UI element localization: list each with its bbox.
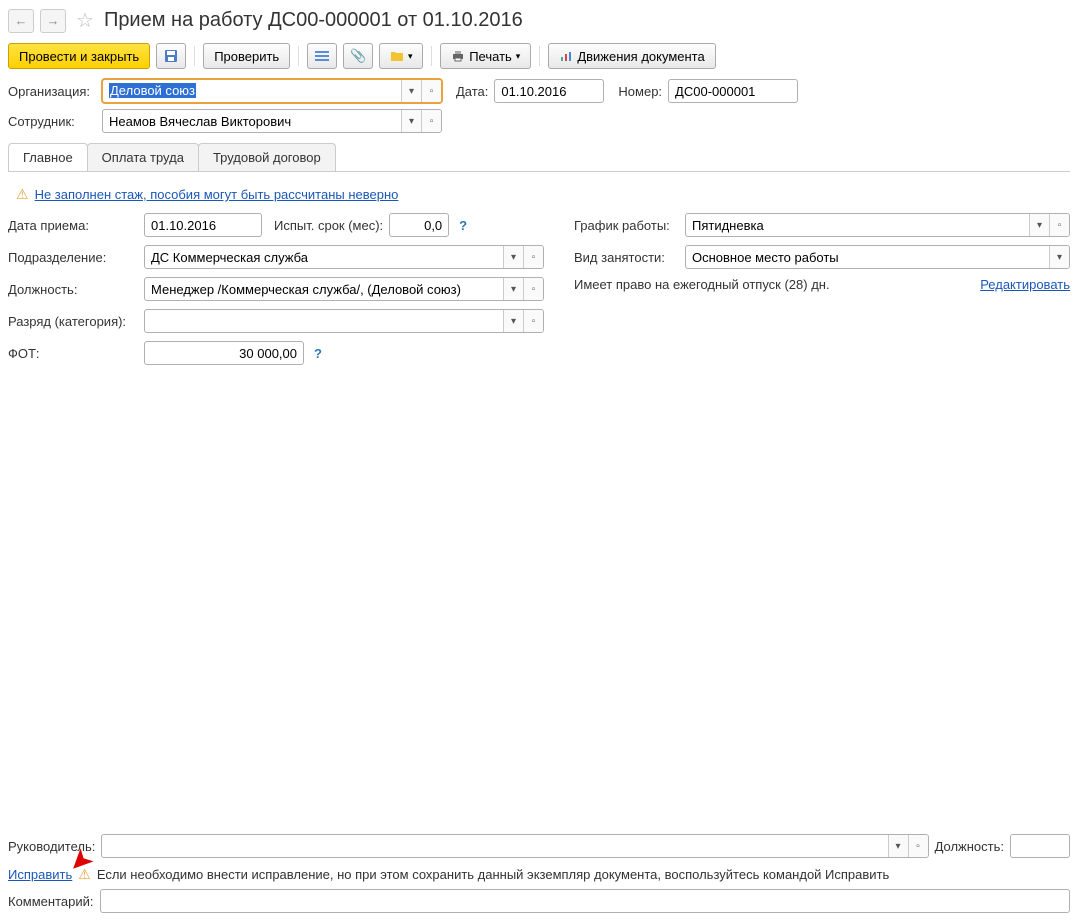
schedule-label: График работы:	[574, 218, 679, 233]
list-icon	[315, 49, 329, 63]
position-field[interactable]: ▾ ▫	[144, 277, 544, 301]
save-button[interactable]	[156, 43, 186, 69]
dropdown-icon[interactable]: ▾	[503, 310, 523, 332]
fix-link[interactable]: Исправить	[8, 867, 72, 882]
open-icon[interactable]: ▫	[523, 246, 543, 268]
rank-label: Разряд (категория):	[8, 314, 138, 329]
chart-icon	[559, 49, 573, 63]
dropdown-icon[interactable]: ▾	[503, 278, 523, 300]
trial-field[interactable]	[389, 213, 449, 237]
org-label: Организация:	[8, 84, 96, 99]
paperclip-icon: 📎	[350, 48, 366, 64]
printer-icon	[451, 49, 465, 63]
dropdown-icon[interactable]: ▾	[401, 80, 421, 102]
dropdown-icon[interactable]: ▾	[401, 110, 421, 132]
help-icon[interactable]: ?	[459, 218, 467, 233]
employee-label: Сотрудник:	[8, 114, 96, 129]
department-field[interactable]: ▾ ▫	[144, 245, 544, 269]
print-button[interactable]: Печать ▾	[440, 43, 531, 69]
tab-pay[interactable]: Оплата труда	[87, 143, 199, 171]
favorite-star-icon[interactable]: ☆	[76, 8, 94, 33]
tab-main[interactable]: Главное	[8, 143, 88, 171]
vacation-text: Имеет право на ежегодный отпуск (28) дн.	[574, 277, 830, 292]
dropdown-icon[interactable]: ▾	[503, 246, 523, 268]
check-button[interactable]: Проверить	[203, 43, 290, 69]
page-title: Прием на работу ДС00-000001 от 01.10.201…	[104, 9, 523, 32]
folder-icon	[390, 50, 404, 62]
org-field[interactable]: Деловой союз ▾ ▫	[102, 79, 442, 103]
submit-close-button[interactable]: Провести и закрыть	[8, 43, 150, 69]
footer-position-label: Должность:	[935, 839, 1004, 854]
hire-date-field[interactable]: ▦	[144, 213, 262, 237]
open-icon[interactable]: ▫	[523, 310, 543, 332]
date-label: Дата:	[456, 84, 488, 99]
toolbar-separator	[298, 46, 299, 66]
department-label: Подразделение:	[8, 250, 138, 265]
number-label: Номер:	[618, 84, 662, 99]
toolbar-separator	[431, 46, 432, 66]
comment-label: Комментарий:	[8, 894, 94, 909]
fot-field[interactable]	[144, 341, 304, 365]
open-icon[interactable]: ▫	[908, 835, 928, 857]
open-icon[interactable]: ▫	[523, 278, 543, 300]
open-icon[interactable]: ▫	[421, 80, 441, 102]
dropdown-icon[interactable]: ▾	[888, 835, 908, 857]
employment-field[interactable]: ▾	[685, 245, 1070, 269]
help-icon[interactable]: ?	[314, 346, 322, 361]
tab-contract[interactable]: Трудовой договор	[198, 143, 336, 171]
attach-button[interactable]: 📎	[343, 43, 373, 69]
fot-label: ФОТ:	[8, 346, 138, 361]
open-icon[interactable]: ▫	[421, 110, 441, 132]
warning-icon: ⚠	[16, 186, 29, 203]
open-icon[interactable]: ▫	[1049, 214, 1069, 236]
date-field[interactable]: ▦	[494, 79, 604, 103]
list-button[interactable]	[307, 43, 337, 69]
comment-field[interactable]	[100, 889, 1071, 913]
folder-dropdown-button[interactable]: ▾	[379, 43, 423, 69]
rank-field[interactable]: ▾ ▫	[144, 309, 544, 333]
position-label: Должность:	[8, 282, 138, 297]
toolbar-separator	[539, 46, 540, 66]
dropdown-icon[interactable]: ▾	[1049, 246, 1069, 268]
nav-forward-button[interactable]: →	[40, 9, 66, 33]
nav-back-button[interactable]: ←	[8, 9, 34, 33]
edit-link[interactable]: Редактировать	[980, 277, 1070, 292]
number-field[interactable]	[668, 79, 798, 103]
employee-field[interactable]: ▾ ▫	[102, 109, 442, 133]
footer-position-field[interactable]	[1010, 834, 1070, 858]
floppy-icon	[163, 48, 179, 64]
dropdown-icon[interactable]: ▾	[1029, 214, 1049, 236]
manager-field[interactable]: ▾ ▫	[101, 834, 928, 858]
toolbar-separator	[194, 46, 195, 66]
fix-text: Если необходимо внести исправление, но п…	[97, 867, 889, 882]
employment-label: Вид занятости:	[574, 250, 679, 265]
trial-label: Испыт. срок (мес):	[274, 218, 383, 233]
hire-date-label: Дата приема:	[8, 218, 138, 233]
warning-link[interactable]: Не заполнен стаж, пособия могут быть рас…	[35, 187, 399, 202]
movements-button[interactable]: Движения документа	[548, 43, 715, 69]
schedule-field[interactable]: ▾ ▫	[685, 213, 1070, 237]
